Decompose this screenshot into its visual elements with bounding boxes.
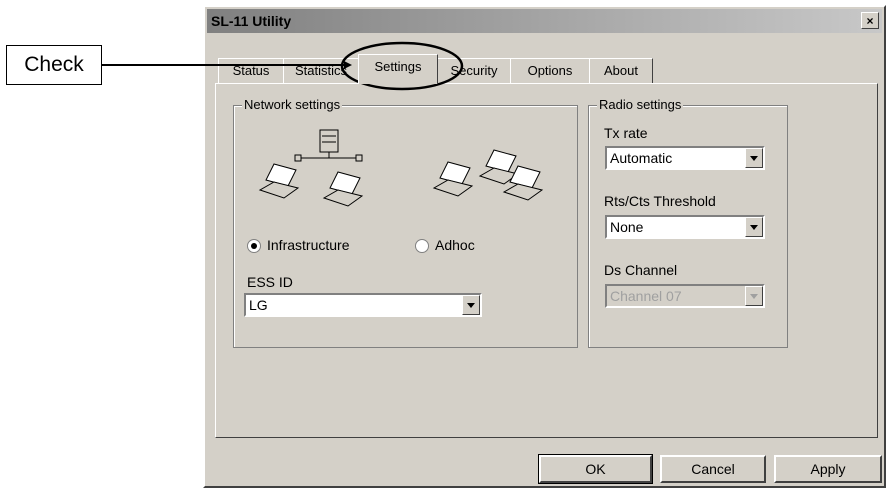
tab-settings[interactable]: Settings	[358, 54, 438, 84]
callout-pointer	[102, 41, 464, 91]
